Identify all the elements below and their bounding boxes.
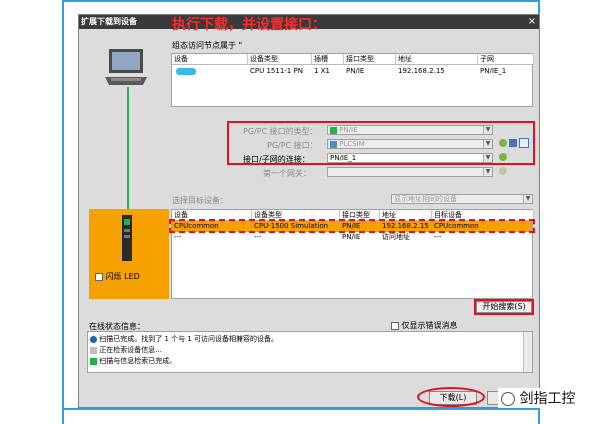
annotation-interface-box (227, 121, 535, 165)
annotation-download-ellipse (417, 387, 485, 407)
target-filter-value: 显示地址相同的设备 (394, 195, 457, 203)
only-errors-checkbox[interactable]: 仅显示错误消息 (391, 320, 458, 331)
wechat-icon (501, 392, 515, 406)
list-item: 扫描已完成。找到了 1 个与 1 可访问设备相兼容的设备。 (88, 334, 278, 345)
list-item: 正在检索设备信息... (88, 345, 162, 356)
col-address: 地址 (396, 54, 478, 65)
flash-led-check[interactable] (95, 272, 103, 281)
frame-top (62, 0, 540, 2)
config-row-slot: 1 X1 (314, 67, 330, 75)
config-section-heading: 组态访问节点属于 " (172, 41, 243, 50)
list-item: 扫描与信息检索已完成。 (88, 356, 176, 367)
flash-led-label: 闪烁 LED (105, 272, 140, 281)
progress-icon (90, 346, 97, 354)
target-row2-device: --- (174, 233, 182, 241)
config-row-subnet: PN/IE_1 (480, 67, 507, 75)
watermark-text: 剑指工控 (519, 391, 576, 407)
status-message-list: 扫描已完成。找到了 1 个与 1 可访问设备相兼容的设备。 正在检索设备信息..… (87, 331, 533, 373)
annotation-selected-row-box (169, 219, 535, 233)
config-row-address: 192.168.2.15 (398, 67, 445, 75)
target-row2-target: --- (434, 233, 442, 241)
target-filter-select[interactable]: 显示地址相同的设备 ▼ (391, 194, 533, 204)
status-scrollbar[interactable] (523, 332, 532, 372)
status-message-1: 扫描已完成。找到了 1 个与 1 可访问设备相兼容的设备。 (99, 335, 279, 343)
device-name-blurred (176, 68, 196, 75)
check-icon (90, 357, 97, 365)
watermark: 剑指工控 (498, 388, 579, 408)
annotation-title: 执行下载，并设置接口： (172, 17, 326, 33)
extended-download-dialog: 扩展下载到设备 × 组态访问节点属于 " 设备 设备类型 插槽 接口类型 地址 … (78, 14, 540, 408)
col-device: 设备 (172, 54, 248, 65)
only-errors-label: 仅显示错误消息 (401, 321, 458, 330)
network-link-line (127, 87, 129, 223)
target-row2-address: 访问地址 (382, 233, 410, 241)
frame-left (62, 0, 64, 424)
status-message-3: 扫描与信息检索已完成。 (99, 357, 177, 365)
target-device-panel: 闪烁 LED (89, 209, 169, 299)
chevron-down-icon: ▼ (483, 168, 492, 176)
only-errors-check[interactable] (391, 321, 399, 330)
target-row2-interface-type: PN/IE (342, 233, 361, 241)
gateway-select[interactable]: ▼ (327, 167, 493, 177)
target-section-heading: 选择目标设备： (172, 196, 228, 205)
chevron-down-icon: ▼ (523, 195, 532, 203)
col-slot: 插槽 (312, 54, 344, 65)
frame-bottom (62, 408, 540, 410)
col-device-type: 设备类型 (248, 54, 312, 65)
info-icon (90, 335, 97, 343)
gateway-label: 第一个网关： (263, 169, 311, 178)
config-row-device-type: CPU 1511-1 PN (250, 67, 303, 75)
close-icon[interactable]: × (525, 15, 539, 29)
config-row-interface-type: PN/IE (346, 67, 365, 75)
annotation-search-box (474, 299, 534, 315)
cpu-device-icon (122, 215, 132, 261)
status-message-2: 正在检索设备信息... (99, 346, 162, 354)
flash-led-checkbox[interactable]: 闪烁 LED (95, 271, 140, 282)
target-row2-device-type: --- (254, 233, 262, 241)
col-subnet: 子网 (478, 54, 534, 65)
col-interface-type: 接口类型 (344, 54, 396, 65)
config-table: 设备 设备类型 插槽 接口类型 地址 子网 CPU 1511-1 PN 1 X1… (171, 53, 534, 107)
gateway-settings-icon[interactable] (499, 167, 507, 175)
